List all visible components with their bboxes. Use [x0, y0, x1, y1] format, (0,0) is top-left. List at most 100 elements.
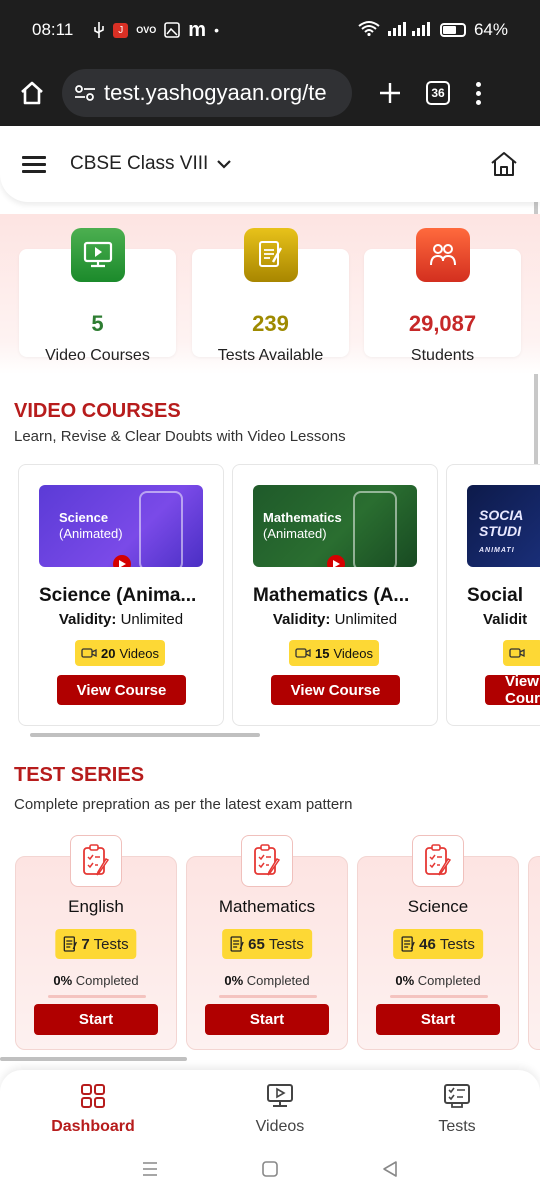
nav-label: Tests	[438, 1118, 476, 1135]
course-validity: Validity: Unlimited	[272, 611, 398, 628]
courses-horizontal-scrollbar[interactable]	[30, 733, 260, 737]
test-progress-bar	[219, 995, 317, 998]
status-bar: 08:11 J OVO m • 64%	[0, 0, 540, 60]
stat-card-students: 29,087 Students	[364, 228, 521, 364]
students-group-icon	[415, 228, 470, 282]
browser-home-icon[interactable]	[12, 73, 52, 113]
stat-label: Tests Available	[217, 347, 324, 364]
view-course-button[interactable]: View Course	[271, 675, 400, 705]
class-selector-label[interactable]: CBSE Class VIII	[70, 153, 208, 175]
view-course-button[interactable]: View Course	[57, 675, 186, 705]
tests-count-badge: 7 Tests	[55, 929, 137, 959]
recent-apps-icon[interactable]	[141, 1160, 159, 1183]
ovo-icon: OVO	[136, 25, 157, 35]
test-progress-text: 0% Completed	[395, 973, 481, 988]
stat-label: Video Courses	[45, 347, 150, 364]
test-clipboard-icon	[412, 835, 464, 887]
button-label: View Course	[505, 675, 540, 705]
course-validity: Validit	[483, 611, 528, 628]
play-icon[interactable]	[113, 555, 131, 567]
test-progress-bar	[48, 995, 146, 998]
signal-icon	[387, 20, 432, 41]
tab-switcher-button[interactable]: 36	[426, 81, 450, 105]
start-test-button[interactable]: Start	[376, 1004, 500, 1035]
thumbnail-text: SOCIA STUDI ANIMATI	[479, 507, 524, 554]
chevron-down-icon[interactable]	[216, 159, 232, 169]
document-icon	[63, 936, 77, 952]
test-subject-name: Mathematics	[218, 897, 316, 916]
stat-value: 29,087	[408, 311, 477, 336]
dashboard-grid-icon	[23, 1082, 163, 1110]
course-title[interactable]: Science (Anima...	[39, 585, 196, 607]
nav-label: Videos	[255, 1118, 305, 1135]
thumbnail-board-graphic	[353, 491, 397, 567]
video-courses-heading: VIDEO COURSES	[14, 400, 181, 422]
new-tab-plus-icon[interactable]	[370, 73, 410, 113]
document-icon	[401, 936, 415, 952]
start-test-button[interactable]: Start	[34, 1004, 158, 1035]
notification-icons: J OVO m •	[93, 19, 219, 42]
course-card-science[interactable]: Science (Animated) Science (Anima... Vali…	[18, 464, 224, 726]
address-bar[interactable]: test.yashogyaan.org/te	[62, 69, 352, 117]
course-card-social[interactable]: SOCIA STUDI ANIMATI Social Validit View Co…	[446, 464, 540, 726]
test-subject-name: Science	[407, 897, 469, 916]
nav-dashboard[interactable]: Dashboard	[23, 1082, 163, 1136]
video-camera-icon	[81, 648, 97, 658]
test-paper-icon	[243, 228, 298, 282]
m-app-icon: m	[188, 18, 207, 41]
site-settings-icon[interactable]	[74, 84, 96, 102]
nav-tests[interactable]: Tests	[387, 1082, 527, 1136]
test-clipboard-icon	[70, 835, 122, 887]
test-progress-text: 0% Completed	[224, 973, 310, 988]
hamburger-menu-icon[interactable]	[22, 155, 46, 173]
app-header: CBSE Class VIII	[0, 126, 540, 202]
test-series-heading: TEST SERIES	[14, 764, 145, 786]
wifi-icon	[358, 20, 380, 41]
stat-value: 239	[252, 311, 289, 336]
test-progress-text: 0% Completed	[53, 973, 139, 988]
home-icon[interactable]	[490, 151, 518, 177]
start-test-button[interactable]: Start	[205, 1004, 329, 1035]
document-icon	[230, 936, 244, 952]
videos-count-badge: 20 Videos	[75, 640, 165, 666]
browser-toolbar: test.yashogyaan.org/te 36	[0, 60, 540, 126]
test-clipboard-icon	[241, 835, 293, 887]
video-camera-icon	[295, 648, 311, 658]
back-icon[interactable]	[381, 1160, 399, 1183]
test-progress-bar	[390, 995, 488, 998]
video-screen-icon	[210, 1082, 350, 1110]
thumbnail-board-graphic	[139, 491, 183, 567]
course-card-mathematics[interactable]: Mathematics (Animated) Mathematics (A... …	[232, 464, 438, 726]
tests-count-badge: 65 Tests	[222, 929, 312, 959]
stat-label: Students	[410, 347, 475, 364]
videos-count-badge	[503, 640, 540, 666]
more-notifications-dot-icon: •	[214, 22, 219, 38]
course-thumbnail[interactable]: Mathematics (Animated)	[253, 485, 417, 567]
home-button-icon[interactable]	[261, 1160, 279, 1183]
usb-icon	[93, 22, 105, 38]
test-subject-name: English	[68, 897, 124, 916]
course-thumbnail[interactable]: SOCIA STUDI ANIMATI	[467, 485, 540, 567]
gallery-icon	[164, 22, 181, 38]
play-icon[interactable]	[327, 555, 345, 567]
course-title[interactable]: Mathematics (A...	[253, 585, 409, 607]
battery-percent: 64%	[473, 20, 508, 39]
video-course-icon	[70, 228, 125, 282]
test-series-subtitle: Complete prepration as per the latest ex…	[14, 796, 353, 813]
thumbnail-text: Mathematics (Animated)	[263, 510, 342, 541]
thumbnail-text: Science (Animated)	[59, 510, 123, 541]
browser-menu-icon[interactable]	[476, 81, 481, 105]
tests-count-badge: 46 Tests	[393, 929, 483, 959]
bottom-navigation: Dashboard Videos Tests	[0, 1070, 540, 1142]
app-notification-icon: J	[113, 22, 129, 38]
course-validity: Validity: Unlimited	[58, 611, 184, 628]
stat-card-tests-available: 239 Tests Available	[192, 228, 349, 364]
stat-card-video-courses: 5 Video Courses	[19, 228, 176, 364]
course-thumbnail[interactable]: Science (Animated)	[39, 485, 203, 567]
tests-horizontal-scrollbar[interactable]	[0, 1057, 187, 1061]
course-title[interactable]: Social	[467, 585, 523, 607]
nav-videos[interactable]: Videos	[210, 1082, 350, 1136]
test-card-partial[interactable]	[528, 856, 540, 1050]
videos-count-badge: 15 Videos	[289, 640, 379, 666]
view-course-button[interactable]: View Course	[485, 675, 540, 705]
